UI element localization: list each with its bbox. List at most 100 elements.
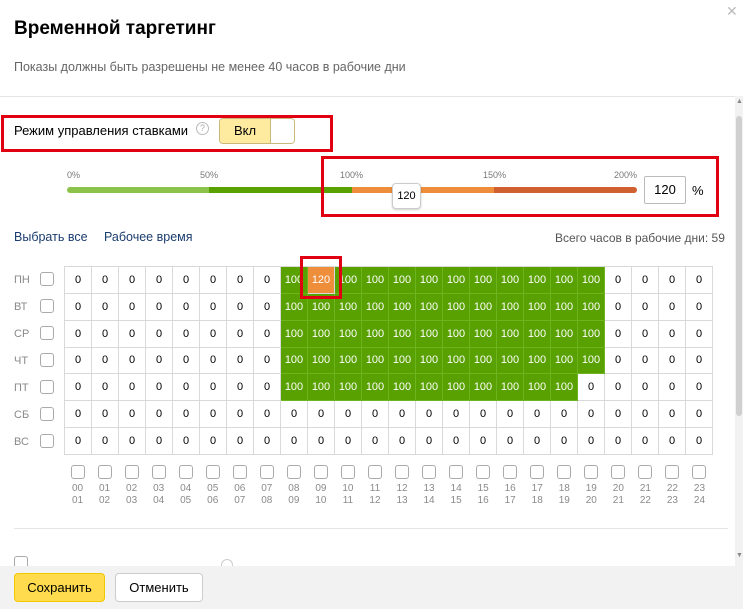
schedule-cell[interactable]: 0 — [65, 293, 92, 321]
schedule-cell[interactable]: 0 — [227, 428, 254, 455]
schedule-cell[interactable]: 0 — [686, 347, 713, 375]
schedule-cell[interactable]: 0 — [227, 293, 254, 321]
schedule-cell[interactable]: 100 — [524, 320, 551, 348]
schedule-cell[interactable]: 0 — [200, 401, 227, 429]
hour-checkbox[interactable] — [530, 465, 545, 479]
hour-checkbox[interactable] — [340, 465, 355, 479]
schedule-cell[interactable]: 100 — [470, 374, 497, 402]
schedule-cell[interactable]: 100 — [416, 320, 443, 348]
schedule-cell[interactable]: 100 — [281, 374, 308, 402]
schedule-cell[interactable]: 0 — [65, 401, 92, 429]
schedule-cell[interactable]: 0 — [632, 293, 659, 321]
schedule-cell[interactable]: 0 — [686, 374, 713, 402]
hour-checkbox[interactable] — [422, 465, 437, 479]
schedule-cell[interactable]: 0 — [389, 401, 416, 429]
schedule-cell[interactable]: 0 — [335, 428, 362, 455]
schedule-cell[interactable]: 0 — [416, 401, 443, 429]
schedule-cell[interactable]: 0 — [551, 401, 578, 429]
schedule-cell[interactable]: 100 — [308, 374, 335, 402]
schedule-cell[interactable]: 0 — [65, 267, 92, 294]
hour-checkbox[interactable] — [449, 465, 464, 479]
schedule-cell[interactable]: 100 — [416, 374, 443, 402]
schedule-cell[interactable]: 0 — [227, 267, 254, 294]
schedule-cell[interactable]: 100 — [497, 267, 524, 294]
schedule-cell[interactable]: 0 — [200, 347, 227, 375]
schedule-cell[interactable]: 0 — [362, 401, 389, 429]
hour-checkbox[interactable] — [476, 465, 491, 479]
schedule-cell[interactable]: 0 — [146, 267, 173, 294]
day-checkbox[interactable] — [40, 326, 54, 340]
schedule-cell[interactable]: 0 — [92, 320, 119, 348]
scrollbar-thumb[interactable] — [736, 116, 742, 416]
schedule-cell[interactable]: 0 — [254, 293, 281, 321]
schedule-cell[interactable]: 0 — [605, 267, 632, 294]
schedule-cell[interactable]: 100 — [578, 320, 605, 348]
cancel-button[interactable]: Отменить — [115, 573, 203, 602]
hour-checkbox[interactable] — [611, 465, 626, 479]
hour-checkbox[interactable] — [313, 465, 328, 479]
schedule-cell[interactable]: 100 — [281, 320, 308, 348]
schedule-cell[interactable]: 100 — [362, 374, 389, 402]
schedule-cell[interactable]: 100 — [335, 374, 362, 402]
schedule-cell[interactable]: 0 — [119, 320, 146, 348]
schedule-cell[interactable]: 100 — [362, 267, 389, 294]
schedule-cell[interactable]: 0 — [173, 401, 200, 429]
schedule-cell[interactable]: 0 — [605, 374, 632, 402]
schedule-cell[interactable]: 0 — [227, 401, 254, 429]
schedule-cell[interactable]: 0 — [200, 320, 227, 348]
schedule-cell[interactable]: 0 — [65, 374, 92, 402]
hour-checkbox[interactable] — [692, 465, 707, 479]
schedule-cell[interactable]: 100 — [470, 320, 497, 348]
schedule-cell[interactable]: 0 — [632, 401, 659, 429]
schedule-cell[interactable]: 0 — [605, 401, 632, 429]
schedule-cell[interactable]: 100 — [416, 347, 443, 375]
schedule-cell[interactable]: 0 — [119, 267, 146, 294]
schedule-cell[interactable]: 0 — [200, 428, 227, 455]
schedule-cell[interactable]: 100 — [497, 374, 524, 402]
schedule-cell[interactable]: 100 — [497, 320, 524, 348]
schedule-cell[interactable]: 0 — [146, 320, 173, 348]
schedule-cell[interactable]: 100 — [389, 293, 416, 321]
schedule-cell[interactable]: 100 — [497, 293, 524, 321]
schedule-cell[interactable]: 0 — [659, 320, 686, 348]
schedule-cell[interactable]: 0 — [362, 428, 389, 455]
hour-checkbox[interactable] — [178, 465, 193, 479]
hour-checkbox[interactable] — [286, 465, 301, 479]
scrollbar[interactable] — [735, 96, 743, 566]
schedule-cell[interactable]: 0 — [173, 347, 200, 375]
schedule-cell[interactable]: 0 — [335, 401, 362, 429]
schedule-cell[interactable]: 0 — [686, 267, 713, 294]
schedule-cell[interactable]: 0 — [605, 347, 632, 375]
schedule-cell[interactable]: 0 — [119, 293, 146, 321]
schedule-cell[interactable]: 0 — [65, 428, 92, 455]
schedule-cell[interactable]: 100 — [578, 347, 605, 375]
schedule-cell[interactable]: 0 — [173, 374, 200, 402]
schedule-cell[interactable]: 0 — [92, 267, 119, 294]
schedule-cell[interactable]: 0 — [443, 428, 470, 455]
hour-checkbox[interactable] — [638, 465, 653, 479]
schedule-cell[interactable]: 0 — [92, 293, 119, 321]
schedule-cell[interactable]: 100 — [578, 293, 605, 321]
schedule-cell[interactable]: 0 — [173, 293, 200, 321]
select-all-link[interactable]: Выбрать все — [14, 230, 88, 244]
schedule-cell[interactable]: 100 — [443, 347, 470, 375]
schedule-cell[interactable]: 100 — [524, 347, 551, 375]
hour-checkbox[interactable] — [151, 465, 166, 479]
schedule-cell[interactable]: 0 — [92, 347, 119, 375]
schedule-cell[interactable]: 0 — [173, 428, 200, 455]
schedule-cell[interactable]: 100 — [416, 293, 443, 321]
schedule-cell[interactable]: 100 — [443, 320, 470, 348]
schedule-cell[interactable]: 0 — [146, 401, 173, 429]
schedule-cell[interactable]: 0 — [497, 428, 524, 455]
hour-checkbox[interactable] — [395, 465, 410, 479]
schedule-cell[interactable]: 0 — [254, 320, 281, 348]
schedule-cell[interactable]: 100 — [470, 293, 497, 321]
schedule-cell[interactable]: 0 — [686, 320, 713, 348]
partial-checkbox[interactable] — [14, 556, 28, 566]
schedule-cell[interactable]: 0 — [632, 347, 659, 375]
schedule-cell[interactable]: 0 — [65, 320, 92, 348]
day-checkbox[interactable] — [40, 434, 54, 448]
schedule-cell[interactable]: 0 — [119, 401, 146, 429]
hour-checkbox[interactable] — [205, 465, 220, 479]
schedule-cell[interactable]: 0 — [551, 428, 578, 455]
